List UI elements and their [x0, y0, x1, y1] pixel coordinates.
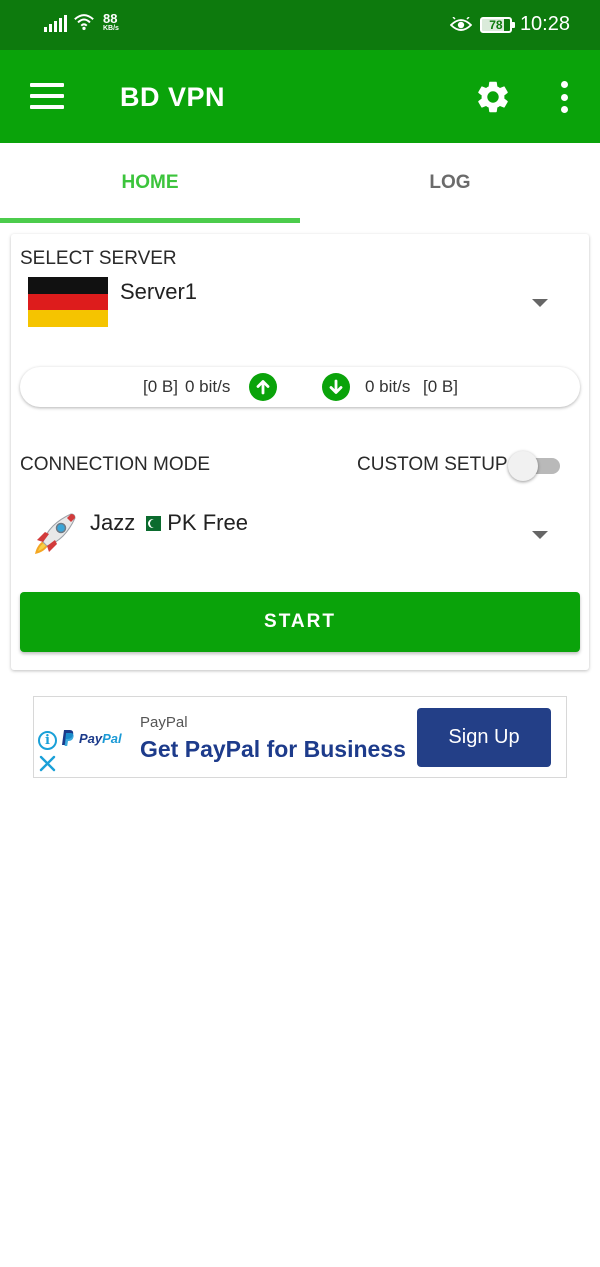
app-title: BD VPN: [120, 82, 226, 112]
traffic-stats-bar: [0 B] 0 bit/s 0 bit/s [0 B]: [20, 367, 580, 407]
custom-setup-toggle[interactable]: [508, 450, 562, 481]
network-speed: 88 KB/s: [103, 12, 119, 32]
signal-icon: [44, 12, 67, 32]
menu-icon[interactable]: [30, 83, 64, 109]
mode-dropdown-arrow-icon[interactable]: [532, 531, 548, 539]
paypal-mark-icon: [62, 730, 74, 746]
germany-flag-icon[interactable]: [28, 277, 108, 328]
pakistan-flag-icon: [141, 515, 162, 531]
tab-bar: HOME LOG: [0, 143, 600, 223]
app-bar: BD VPN: [0, 50, 600, 143]
connection-mode-select-value[interactable]: Jazz PK Free: [90, 510, 248, 536]
more-vert-icon[interactable]: [557, 81, 571, 113]
network-speed-value: 88: [103, 11, 118, 26]
eye-comfort-icon: [449, 16, 472, 31]
paypal-wordmark-a: Pay: [79, 730, 103, 746]
rocket-icon[interactable]: [27, 506, 83, 562]
mode-name: Jazz: [90, 510, 136, 535]
mode-suffix: PK Free: [167, 510, 248, 535]
connection-card: SELECT SERVER Server1 [0 B] 0 bit/s 0 bi…: [11, 234, 589, 670]
download-rate: 0 bit/s: [365, 377, 411, 396]
download-arrow-icon: [322, 373, 350, 401]
battery-level: 78: [489, 17, 503, 32]
server-select-value[interactable]: Server1: [120, 279, 197, 305]
status-left: 88 KB/s: [44, 12, 119, 32]
upload-rate: 0 bit/s: [185, 377, 231, 396]
download-total: [0 B]: [423, 377, 458, 396]
network-speed-unit: KB/s: [103, 25, 119, 32]
ad-sign-up-button[interactable]: Sign Up: [417, 708, 551, 767]
upload-arrow-icon: [249, 373, 277, 401]
ad-close-icon[interactable]: [39, 755, 56, 772]
battery-icon: 78: [479, 16, 515, 33]
tab-home[interactable]: HOME: [0, 143, 300, 223]
wifi-icon: [74, 14, 94, 31]
ad-info-icon[interactable]: i: [38, 731, 57, 750]
select-server-label: SELECT SERVER: [20, 248, 177, 269]
ad-headline[interactable]: Get PayPal for Business: [140, 736, 406, 763]
connection-mode-label: CONNECTION MODE: [20, 454, 210, 475]
start-button[interactable]: START: [20, 592, 580, 652]
ad-brand: PayPal: [140, 714, 188, 731]
paypal-logo: PayPal: [61, 729, 122, 747]
paypal-wordmark: PayPal: [79, 731, 122, 746]
server-dropdown-arrow-icon[interactable]: [532, 299, 548, 307]
gear-icon[interactable]: [474, 78, 512, 116]
paypal-wordmark-b: Pal: [102, 730, 122, 746]
custom-setup-label: CUSTOM SETUP: [357, 454, 508, 475]
clock: 10:28: [519, 13, 570, 35]
upload-total: [0 B]: [143, 377, 178, 396]
status-bar: 88 KB/s 78 10:28: [0, 0, 600, 50]
status-right: 78 10:28: [449, 13, 570, 36]
ad-banner[interactable]: i PayPal PayPal Get PayPal for Business …: [33, 696, 567, 778]
tab-log[interactable]: LOG: [300, 143, 600, 223]
